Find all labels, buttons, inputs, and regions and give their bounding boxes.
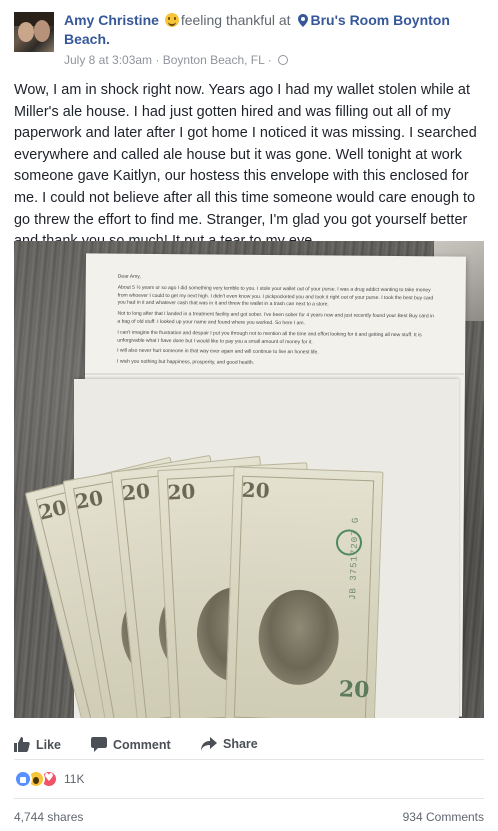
smiley-icon (164, 13, 179, 27)
letter-text: Dear Amy, About 5 ½ years or so ago I did… (117, 274, 438, 373)
globe-icon[interactable] (278, 55, 289, 65)
bill-serial: JB 37517207 G (348, 516, 361, 601)
comments-count[interactable]: 934 Comments (403, 810, 484, 824)
letter-paragraph: I can't imagine the frustration and desp… (117, 329, 422, 345)
divider (14, 759, 484, 760)
comment-icon (91, 737, 107, 752)
post-headline: Amy Christine feeling thankful at Bru's … (64, 11, 484, 49)
share-arrow-icon (201, 737, 217, 751)
share-button[interactable]: Share (201, 737, 258, 751)
letter-fold (84, 373, 464, 375)
post-body: Wow, I am in shock right now. Years ago … (14, 82, 477, 249)
twenty-dollar-bill: 20 JB 37517207 G 20 (224, 466, 384, 718)
shares-count[interactable]: 4,744 shares (14, 810, 83, 824)
like-button[interactable]: Like (14, 737, 61, 752)
avatar[interactable] (14, 12, 54, 52)
post-meta: July 8 at 3:03am · Boynton Beach, FL · (64, 53, 289, 67)
letter-paragraph: I wish you nothing but happiness, prospe… (117, 358, 255, 366)
bill-denomination: 20 (166, 479, 196, 505)
feeling-text: feeling thankful at (180, 12, 291, 28)
bill-denomination: 20 (338, 676, 370, 704)
like-icon (14, 770, 32, 788)
comment-button[interactable]: Comment (91, 737, 171, 752)
share-label: Share (223, 737, 258, 751)
author-name[interactable]: Amy Christine (64, 12, 159, 28)
bill-denomination: 20 (73, 485, 105, 514)
letter-paragraph: I will also never hurt someone in that w… (117, 348, 319, 356)
reactions-count: 11K (64, 772, 85, 786)
divider (14, 798, 484, 799)
post-photo[interactable]: Dear Amy, About 5 ½ years or so ago I did… (14, 241, 484, 718)
action-bar: Like Comment Share (14, 733, 484, 757)
thumbs-up-icon (14, 737, 30, 752)
reactions-summary[interactable]: 11K (14, 768, 84, 790)
letter-paragraph: Not to long after that I landed in a tre… (117, 310, 434, 327)
letter-paragraph: Dear Amy, (117, 273, 141, 280)
location-pin-icon (298, 14, 309, 27)
letter-paragraph: About 5 ½ years or so ago I did somethin… (117, 284, 434, 308)
post-header: Amy Christine feeling thankful at Bru's … (14, 10, 484, 67)
post-timestamp[interactable]: July 8 at 3:03am (64, 53, 152, 67)
like-label: Like (36, 737, 62, 752)
post-place[interactable]: Boynton Beach, FL (163, 53, 265, 67)
bill-denomination: 20 (120, 478, 152, 506)
comment-label: Comment (113, 737, 171, 752)
bill-denomination: 20 (241, 477, 271, 503)
